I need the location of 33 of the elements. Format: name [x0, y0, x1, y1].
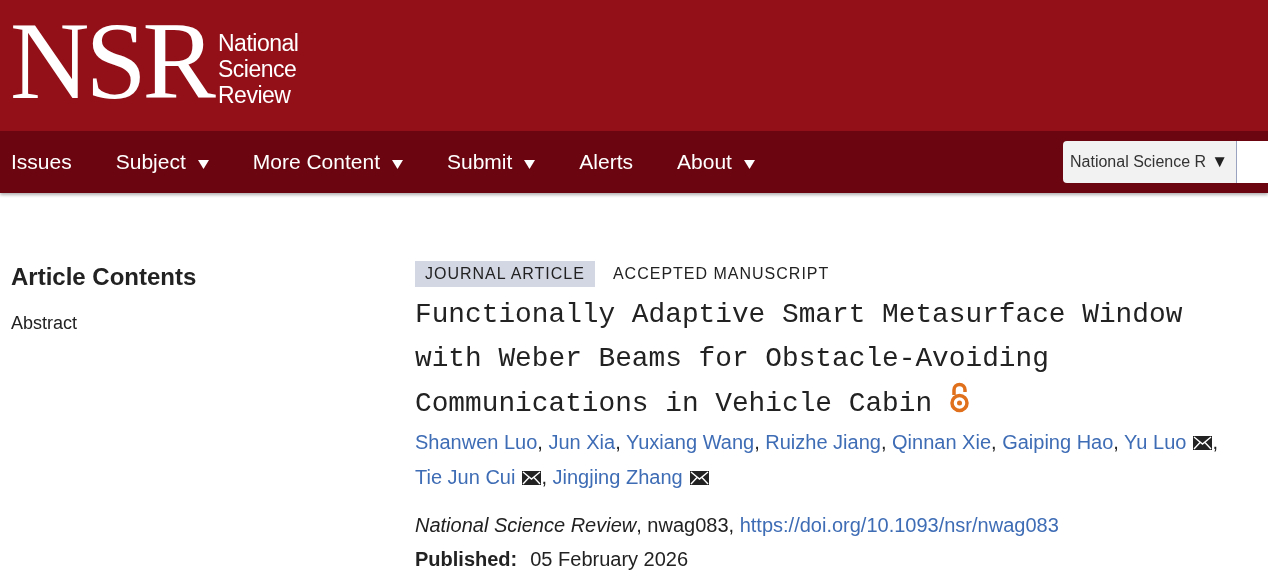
article-type-tag: JOURNAL ARTICLE — [415, 261, 595, 287]
citation-text: National Science Review, nwag083, https://doi.org/10.1093/nsr/nwag083 — [415, 513, 1060, 538]
nav-item[interactable]: Subject — [104, 131, 220, 193]
author-link[interactable]: Shanwen Luo — [415, 431, 538, 453]
scope-dropdown[interactable]: National Science R ▼ — [1063, 141, 1237, 183]
nav-item[interactable]: More Content — [241, 131, 414, 193]
article-type-tag: ACCEPTED MANUSCRIPT — [612, 261, 830, 287]
published-date: 05 February 2026 — [530, 547, 689, 572]
caret-icon: ▼ — [1211, 149, 1228, 175]
published-label: Published: — [415, 547, 518, 572]
author-link[interactable]: Gaiping Hao — [1002, 431, 1114, 453]
doi-link[interactable]: https://doi.org/10.1093/nsr/nwag083 — [739, 514, 1059, 536]
nav-item[interactable]: About — [666, 131, 766, 193]
nav-item[interactable]: Submit — [436, 131, 547, 193]
sidebar-link[interactable]: Abstract — [11, 311, 415, 335]
envelope-icon[interactable] — [1193, 436, 1213, 450]
sidebar-title: Article Contents — [11, 262, 198, 292]
article-title: Functionally Adaptive Smart Metasurface Window with Weber Beams for Obstacle-Avoiding Communications in Vehicle Cabin — [415, 298, 1184, 421]
nav-item[interactable]: Issues — [0, 131, 83, 193]
nav-item[interactable]: Alerts — [568, 131, 645, 193]
logo-subtitle: National Science Review — [218, 30, 299, 108]
author-link[interactable]: Ruizhe Jiang — [765, 431, 881, 453]
author-link[interactable]: Yu Luo — [1124, 431, 1187, 453]
logo[interactable]: NSR — [10, 2, 212, 120]
search-field[interactable] — [1237, 141, 1268, 183]
author-link[interactable]: Qinnan Xie — [892, 431, 991, 453]
author-list: Shanwen Luo, Jun Xia, Yuxiang Wang, Ruizhe Jiang, Qinnan Xie, Gaiping Hao, Yu Luo , Tie Jun Cui , Jingjing Zhang — [415, 425, 1260, 495]
envelope-icon[interactable] — [522, 471, 542, 485]
author-link[interactable]: Tie Jun Cui — [415, 466, 516, 488]
author-link[interactable]: Jun Xia — [548, 431, 616, 453]
envelope-icon[interactable] — [689, 471, 709, 485]
author-link[interactable]: Jingjing Zhang — [552, 466, 683, 488]
author-link[interactable]: Yuxiang Wang — [625, 431, 755, 453]
